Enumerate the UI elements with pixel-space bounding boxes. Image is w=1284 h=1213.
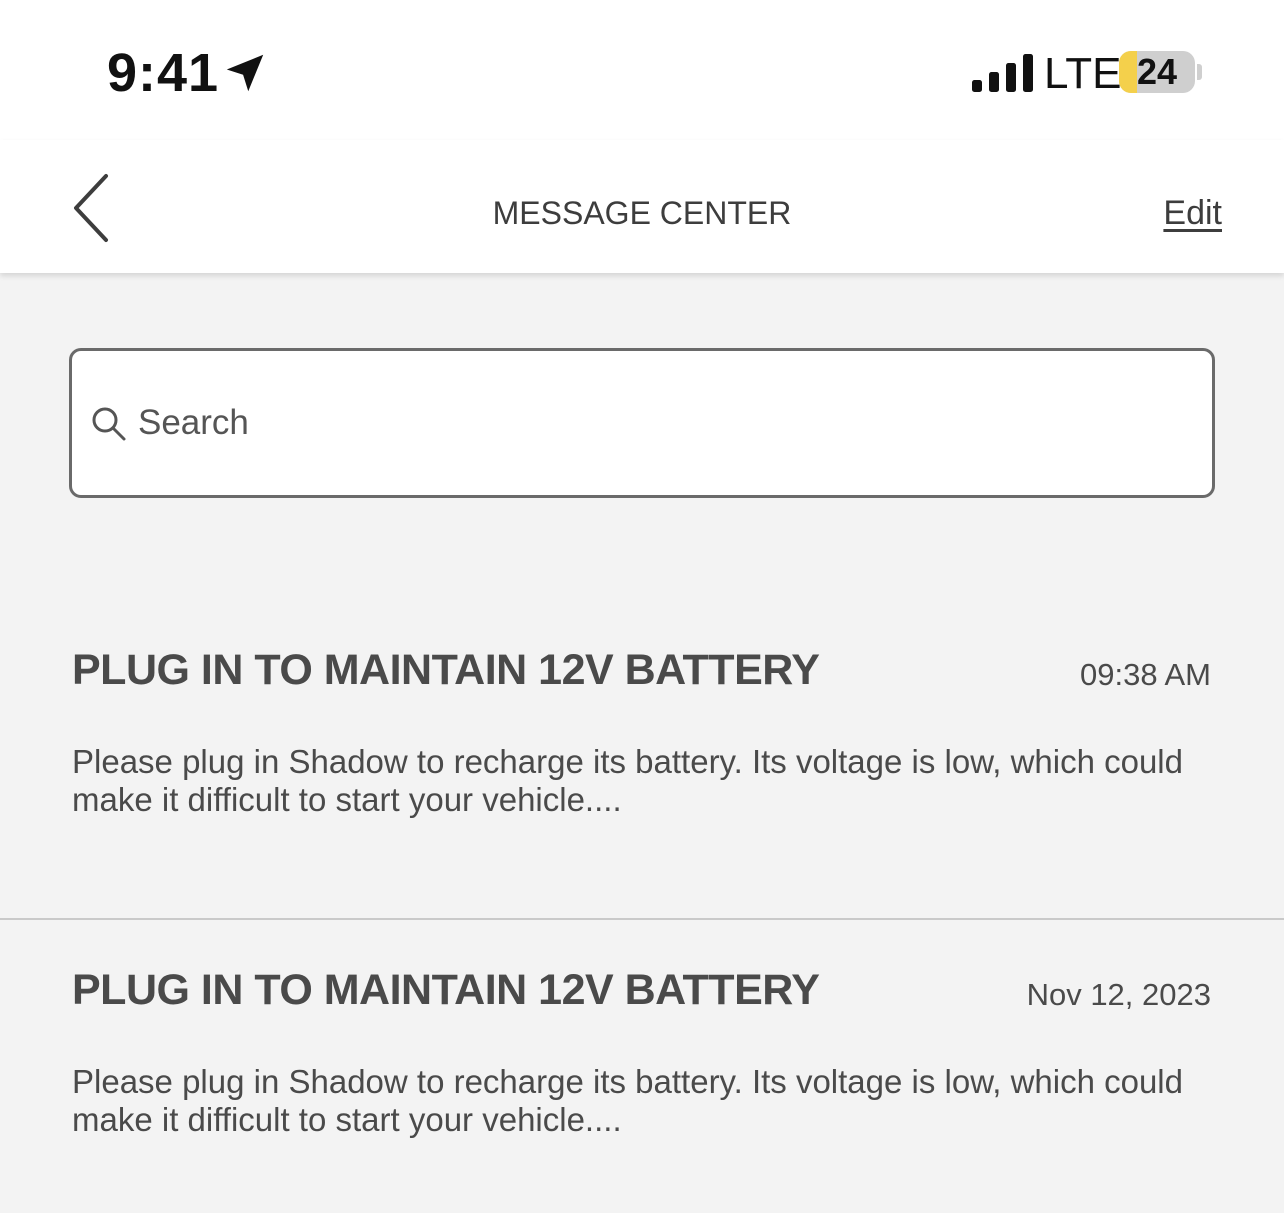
message-date: 09:38 AM [1080,657,1211,692]
location-arrow-icon [226,54,264,92]
search-input[interactable] [138,395,1198,451]
battery-cap [1197,64,1202,80]
message-date: Nov 12, 2023 [1026,977,1211,1012]
cellular-signal-icon [972,54,1033,92]
message-preview: Please plug in Shadow to recharge its ba… [72,1063,1183,1138]
edit-button[interactable]: Edit [1163,192,1222,234]
search-icon [92,407,126,441]
status-bar: 9:41 LTE 24 [0,0,1284,140]
navigation-bar: MESSAGE CENTER Edit [0,140,1284,273]
battery-level: 24 [1136,51,1178,92]
message-preview: Please plug in Shadow to recharge its ba… [72,743,1183,818]
message-title: PLUG IN TO MAINTAIN 12V BATTERY [72,646,820,694]
battery-indicator: 24 [1119,51,1195,93]
message-item[interactable]: PLUG IN TO MAINTAIN 12V BATTERY Nov 12, … [0,920,1284,1213]
page-title: MESSAGE CENTER [492,195,792,231]
message-item[interactable]: PLUG IN TO MAINTAIN 12V BATTERY 09:38 AM… [0,600,1284,920]
search-field[interactable] [69,348,1215,498]
message-list: PLUG IN TO MAINTAIN 12V BATTERY 09:38 AM… [0,600,1284,1213]
network-type: LTE [1044,49,1122,98]
message-center-screen: 9:41 LTE 24 MESSAGE CENTER Edit Search P… [0,0,1284,1213]
status-time: 9:41 [107,43,220,103]
message-title: PLUG IN TO MAINTAIN 12V BATTERY [72,966,820,1014]
